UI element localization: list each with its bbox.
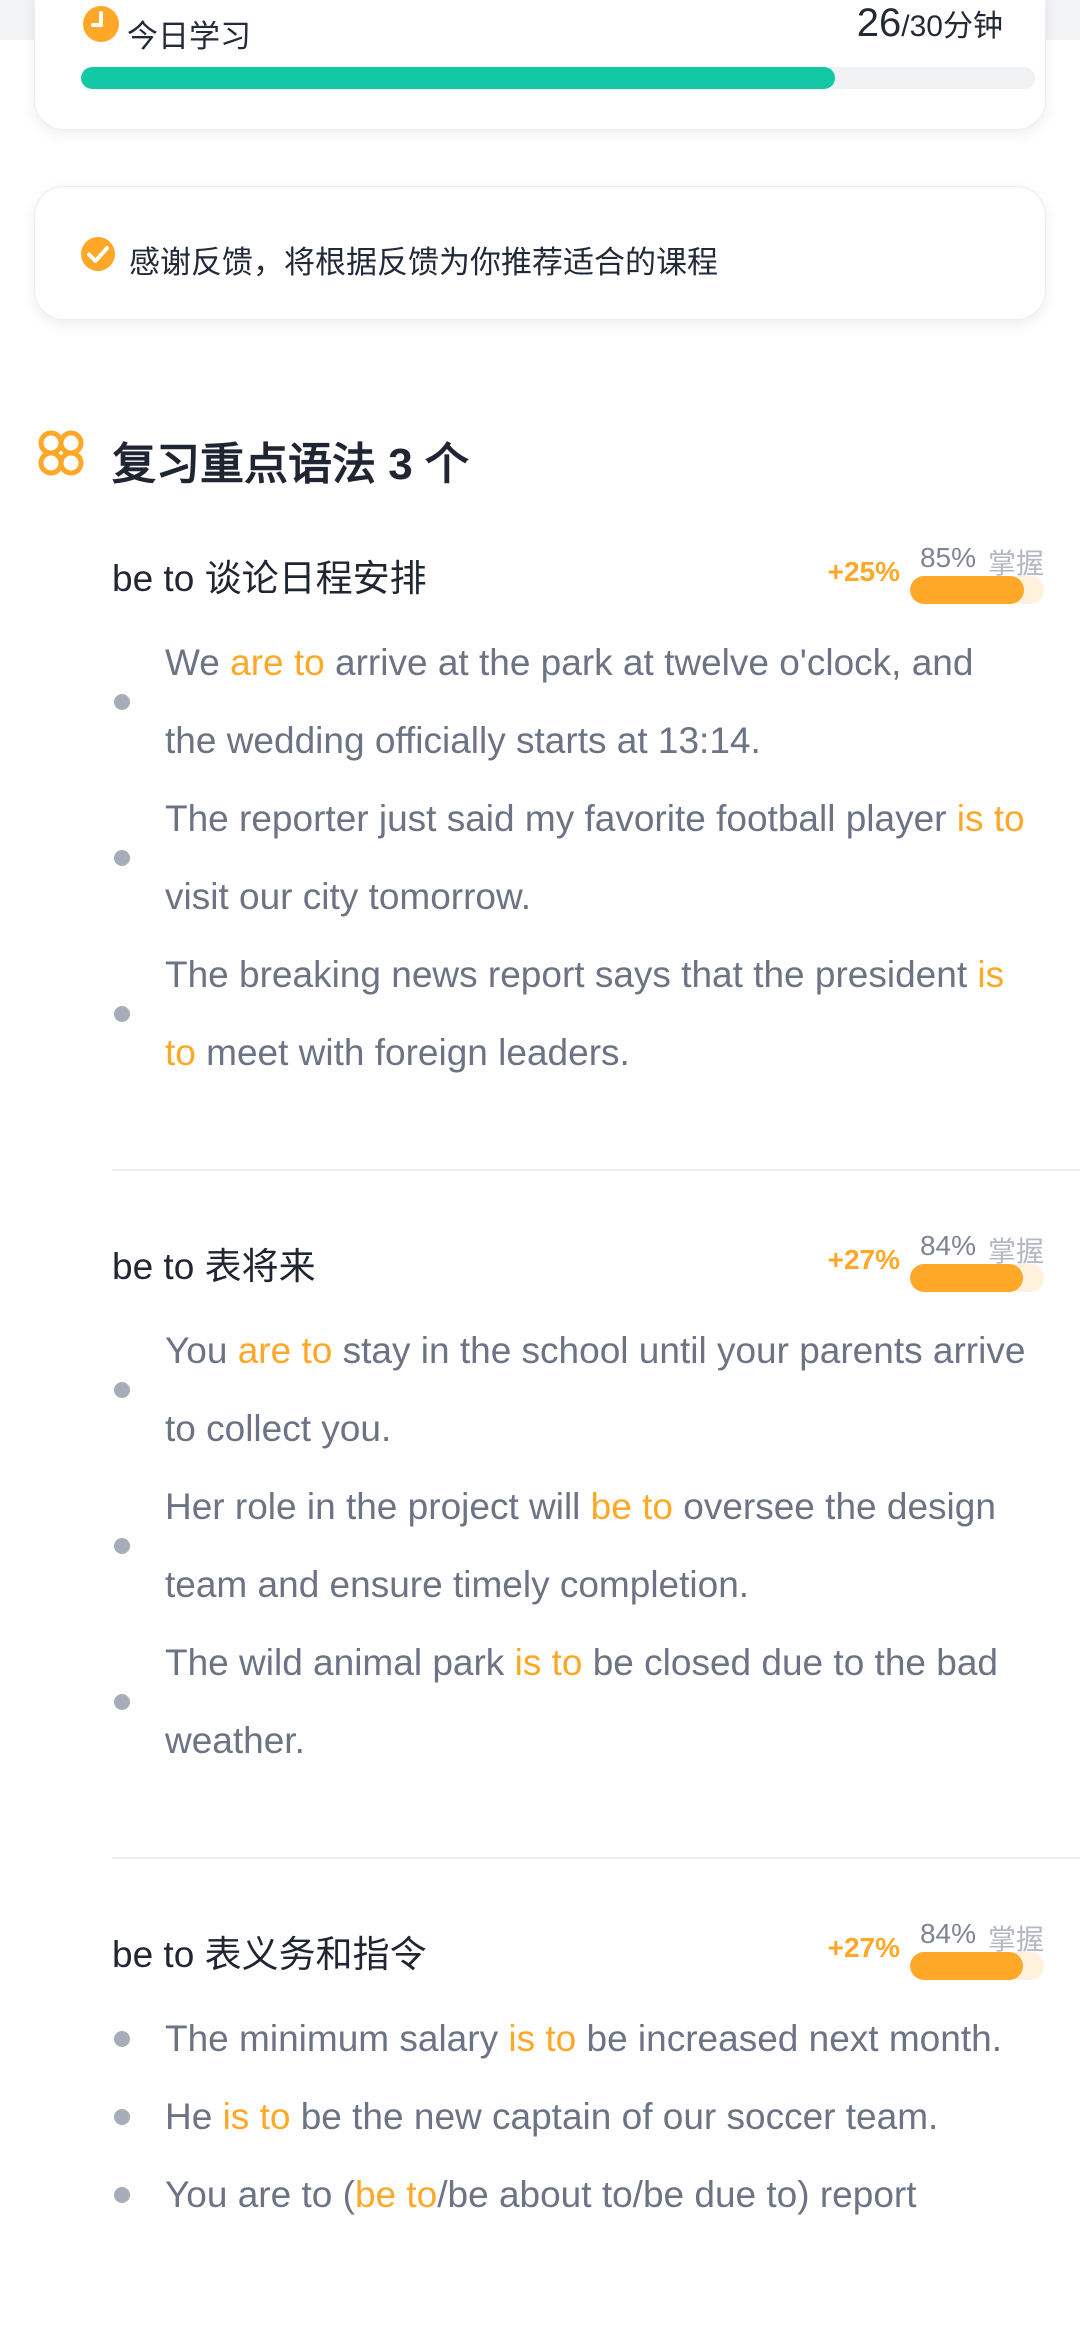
mastery-percent: 84% bbox=[919, 1230, 976, 1261]
today-study-label: 今日学习 bbox=[127, 19, 251, 54]
example-sentence: You are to stay in the school until your… bbox=[112, 1312, 1035, 1468]
divider bbox=[112, 1169, 1080, 1171]
sentence-text: The breaking news report says that the p… bbox=[165, 954, 978, 995]
bullet-dot bbox=[114, 850, 130, 866]
sentence-text: We bbox=[165, 642, 231, 683]
example-sentence: He is to be the new captain of our socce… bbox=[112, 2078, 1035, 2156]
highlight-phrase: are to bbox=[237, 1330, 333, 1371]
bullet-dot bbox=[114, 694, 130, 710]
sentence-text: The wild animal park bbox=[165, 1642, 515, 1683]
sentence-text: You bbox=[165, 1330, 238, 1371]
highlight-phrase: is to bbox=[508, 2018, 577, 2059]
mastery-bar-fill bbox=[910, 1264, 1023, 1292]
divider bbox=[112, 1857, 1080, 1859]
study-progress-fill bbox=[81, 67, 835, 89]
sentence-text: meet with foreign leaders. bbox=[195, 1032, 630, 1073]
bullet-dot bbox=[114, 2109, 130, 2125]
example-sentence: The reporter just said my favorite footb… bbox=[112, 780, 1035, 936]
mastery-gain: +27% bbox=[827, 1244, 900, 1275]
mastery-bar-fill bbox=[910, 1952, 1023, 1980]
study-minutes-total: /30分钟 bbox=[901, 10, 1003, 43]
example-sentence: We are to arrive at the park at twelve o… bbox=[112, 624, 1035, 780]
bullet-dot bbox=[114, 1382, 130, 1398]
today-study-card: 今日学习 26/30分钟 bbox=[34, 0, 1046, 130]
example-sentence: Her role in the project will be to overs… bbox=[112, 1468, 1035, 1624]
grammar-knot-icon bbox=[38, 430, 84, 476]
sentence-text: Her role in the project will bbox=[165, 1486, 591, 1527]
mastery-bar bbox=[910, 576, 1044, 604]
example-sentence: The breaking news report says that the p… bbox=[112, 936, 1035, 1092]
highlight-phrase: is to bbox=[514, 1642, 583, 1683]
clock-icon bbox=[83, 6, 119, 42]
example-sentence: You are to (be to/be about to/be due to)… bbox=[112, 2156, 1035, 2234]
mastery-bar-fill bbox=[910, 576, 1024, 604]
feedback-card: 感谢反馈，将根据反馈为你推荐适合的课程 bbox=[34, 186, 1046, 320]
grammar-title: be to 谈论日程安排 bbox=[112, 558, 427, 599]
check-circle-icon bbox=[81, 237, 115, 271]
sentence-text: He bbox=[165, 2096, 223, 2137]
study-minutes: 26/30分钟 bbox=[857, 1, 1003, 46]
mastery-percent: 85% bbox=[919, 542, 976, 573]
grammar-title: be to 表将来 bbox=[112, 1246, 316, 1287]
bullet-dot bbox=[114, 2031, 130, 2047]
example-sentence: The minimum salary is to be increased ne… bbox=[112, 2000, 1035, 2078]
section-title: 复习重点语法 3 个 bbox=[112, 440, 469, 489]
example-sentences: You are to stay in the school until your… bbox=[112, 1312, 1080, 1780]
study-progress-bar bbox=[81, 67, 1035, 89]
highlight-phrase: is to bbox=[956, 798, 1025, 839]
sentence-text: be the new captain of our soccer team. bbox=[290, 2096, 939, 2137]
feedback-message: 感谢反馈，将根据反馈为你推荐适合的课程 bbox=[129, 245, 718, 280]
highlight-phrase: are to bbox=[230, 642, 325, 683]
mastery-bar bbox=[910, 1264, 1044, 1292]
example-sentences: The minimum salary is to be increased ne… bbox=[112, 2000, 1080, 2234]
sentence-text: The minimum salary bbox=[165, 2018, 509, 2059]
bullet-dot bbox=[114, 1694, 130, 1710]
highlight-phrase: be to bbox=[590, 1486, 673, 1527]
study-minutes-current: 26 bbox=[856, 1, 902, 45]
mastery-percent: 84% bbox=[919, 1918, 976, 1949]
bullet-dot bbox=[114, 2187, 130, 2203]
example-sentences: We are to arrive at the park at twelve o… bbox=[112, 624, 1080, 1092]
example-sentence: The wild animal park is to be closed due… bbox=[112, 1624, 1035, 1780]
sentence-text: The reporter just said my favorite footb… bbox=[165, 798, 957, 839]
bullet-dot bbox=[114, 1538, 130, 1554]
highlight-phrase: is to bbox=[222, 2096, 291, 2137]
sentence-text: You are to ( bbox=[165, 2174, 355, 2215]
mastery-bar bbox=[910, 1952, 1044, 1980]
sentence-text: be increased next month. bbox=[576, 2018, 1002, 2059]
grammar-title: be to 表义务和指令 bbox=[112, 1934, 427, 1975]
sentence-text: /be about to/be due to) report bbox=[437, 2174, 917, 2215]
mastery-gain: +25% bbox=[827, 556, 900, 587]
bullet-dot bbox=[114, 1006, 130, 1022]
highlight-phrase: be to bbox=[354, 2174, 438, 2215]
mastery-gain: +27% bbox=[827, 1932, 900, 1963]
sentence-text: visit our city tomorrow. bbox=[165, 876, 531, 917]
